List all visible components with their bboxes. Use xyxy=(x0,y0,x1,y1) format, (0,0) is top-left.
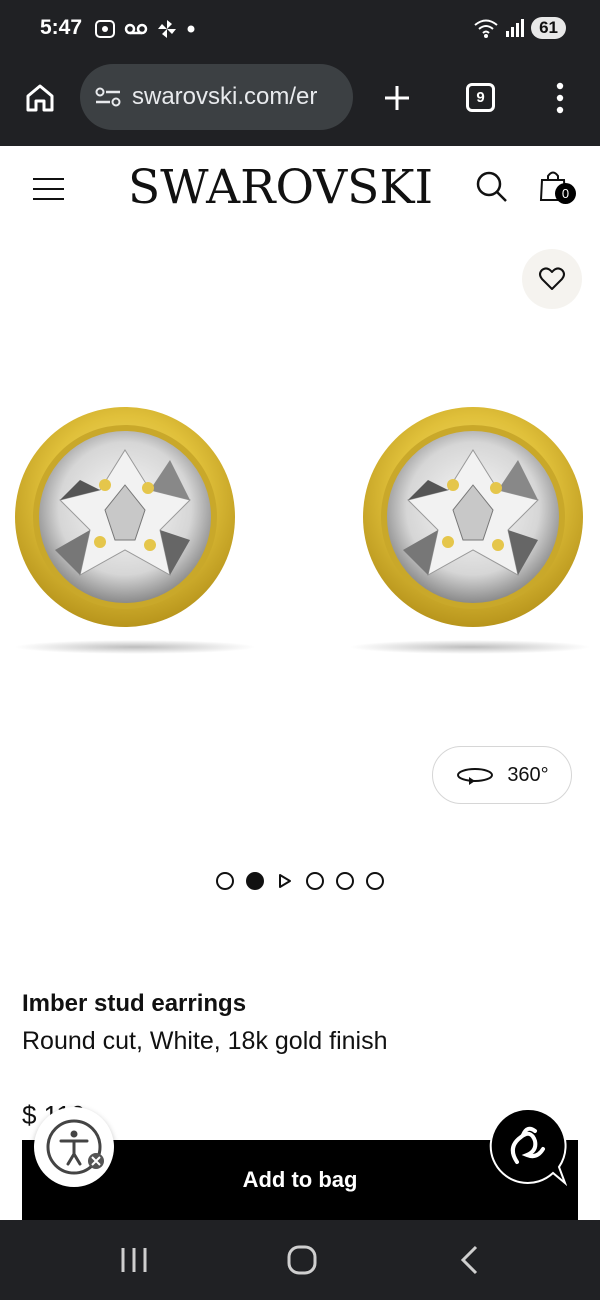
wifi-icon xyxy=(474,19,498,38)
earring-left xyxy=(15,407,255,654)
view-360-label: 360° xyxy=(507,763,549,786)
cart-count-badge: 0 xyxy=(555,183,576,204)
home-nav-icon[interactable] xyxy=(286,1244,318,1276)
gallery-dot[interactable] xyxy=(216,872,234,890)
voicemail-icon xyxy=(124,23,148,35)
chat-button[interactable] xyxy=(487,1107,568,1187)
system-nav-bar xyxy=(0,1220,600,1300)
tab-switcher-button[interactable]: 9 xyxy=(466,83,495,112)
accessibility-button[interactable] xyxy=(34,1107,114,1187)
gallery-dot[interactable] xyxy=(306,872,324,890)
more-menu-icon[interactable] xyxy=(550,82,570,114)
brand-logo[interactable]: SWAROVSKI xyxy=(128,160,433,215)
gallery-video-dot[interactable] xyxy=(276,872,294,890)
site-header: SWAROVSKI xyxy=(0,146,600,232)
search-icon[interactable] xyxy=(475,170,509,204)
product-title: Imber stud earrings xyxy=(22,990,247,1017)
url-text: swarovski.com/er xyxy=(132,83,318,110)
status-bar: 5:47 61 xyxy=(0,0,600,60)
browser-toolbar: swarovski.com/er 9 xyxy=(0,60,600,146)
gallery-dot[interactable] xyxy=(366,872,384,890)
rotate-360-icon xyxy=(457,768,494,785)
wishlist-button[interactable] xyxy=(522,249,582,309)
accessibility-icon xyxy=(46,1119,104,1175)
product-description: Round cut, White, 18k gold finish xyxy=(22,1027,388,1055)
screenshot-icon xyxy=(95,20,115,38)
hamburger-menu-icon[interactable] xyxy=(33,177,64,201)
gallery-dot[interactable] xyxy=(336,872,354,890)
system-icons: 61 xyxy=(473,17,566,39)
view-360-button[interactable]: 360° xyxy=(432,746,572,804)
home-icon[interactable] xyxy=(24,82,56,114)
earring-right xyxy=(350,407,590,654)
dot-icon xyxy=(187,25,195,33)
gallery-pagination xyxy=(216,872,384,890)
swan-chat-icon xyxy=(489,1107,568,1187)
heart-icon xyxy=(539,267,565,290)
play-icon xyxy=(279,874,291,888)
battery-indicator: 61 xyxy=(531,17,566,39)
pinwheel-icon xyxy=(158,20,176,38)
gallery-dot-active[interactable] xyxy=(246,872,264,890)
site-settings-icon[interactable] xyxy=(94,85,122,109)
notification-icons xyxy=(94,18,196,40)
new-tab-icon[interactable] xyxy=(382,83,412,113)
address-bar[interactable]: swarovski.com/er xyxy=(80,64,353,130)
signal-icon xyxy=(506,19,525,37)
product-image xyxy=(15,407,590,654)
status-time: 5:47 xyxy=(40,16,83,39)
recent-apps-icon[interactable] xyxy=(120,1246,148,1274)
back-icon[interactable] xyxy=(458,1244,482,1276)
